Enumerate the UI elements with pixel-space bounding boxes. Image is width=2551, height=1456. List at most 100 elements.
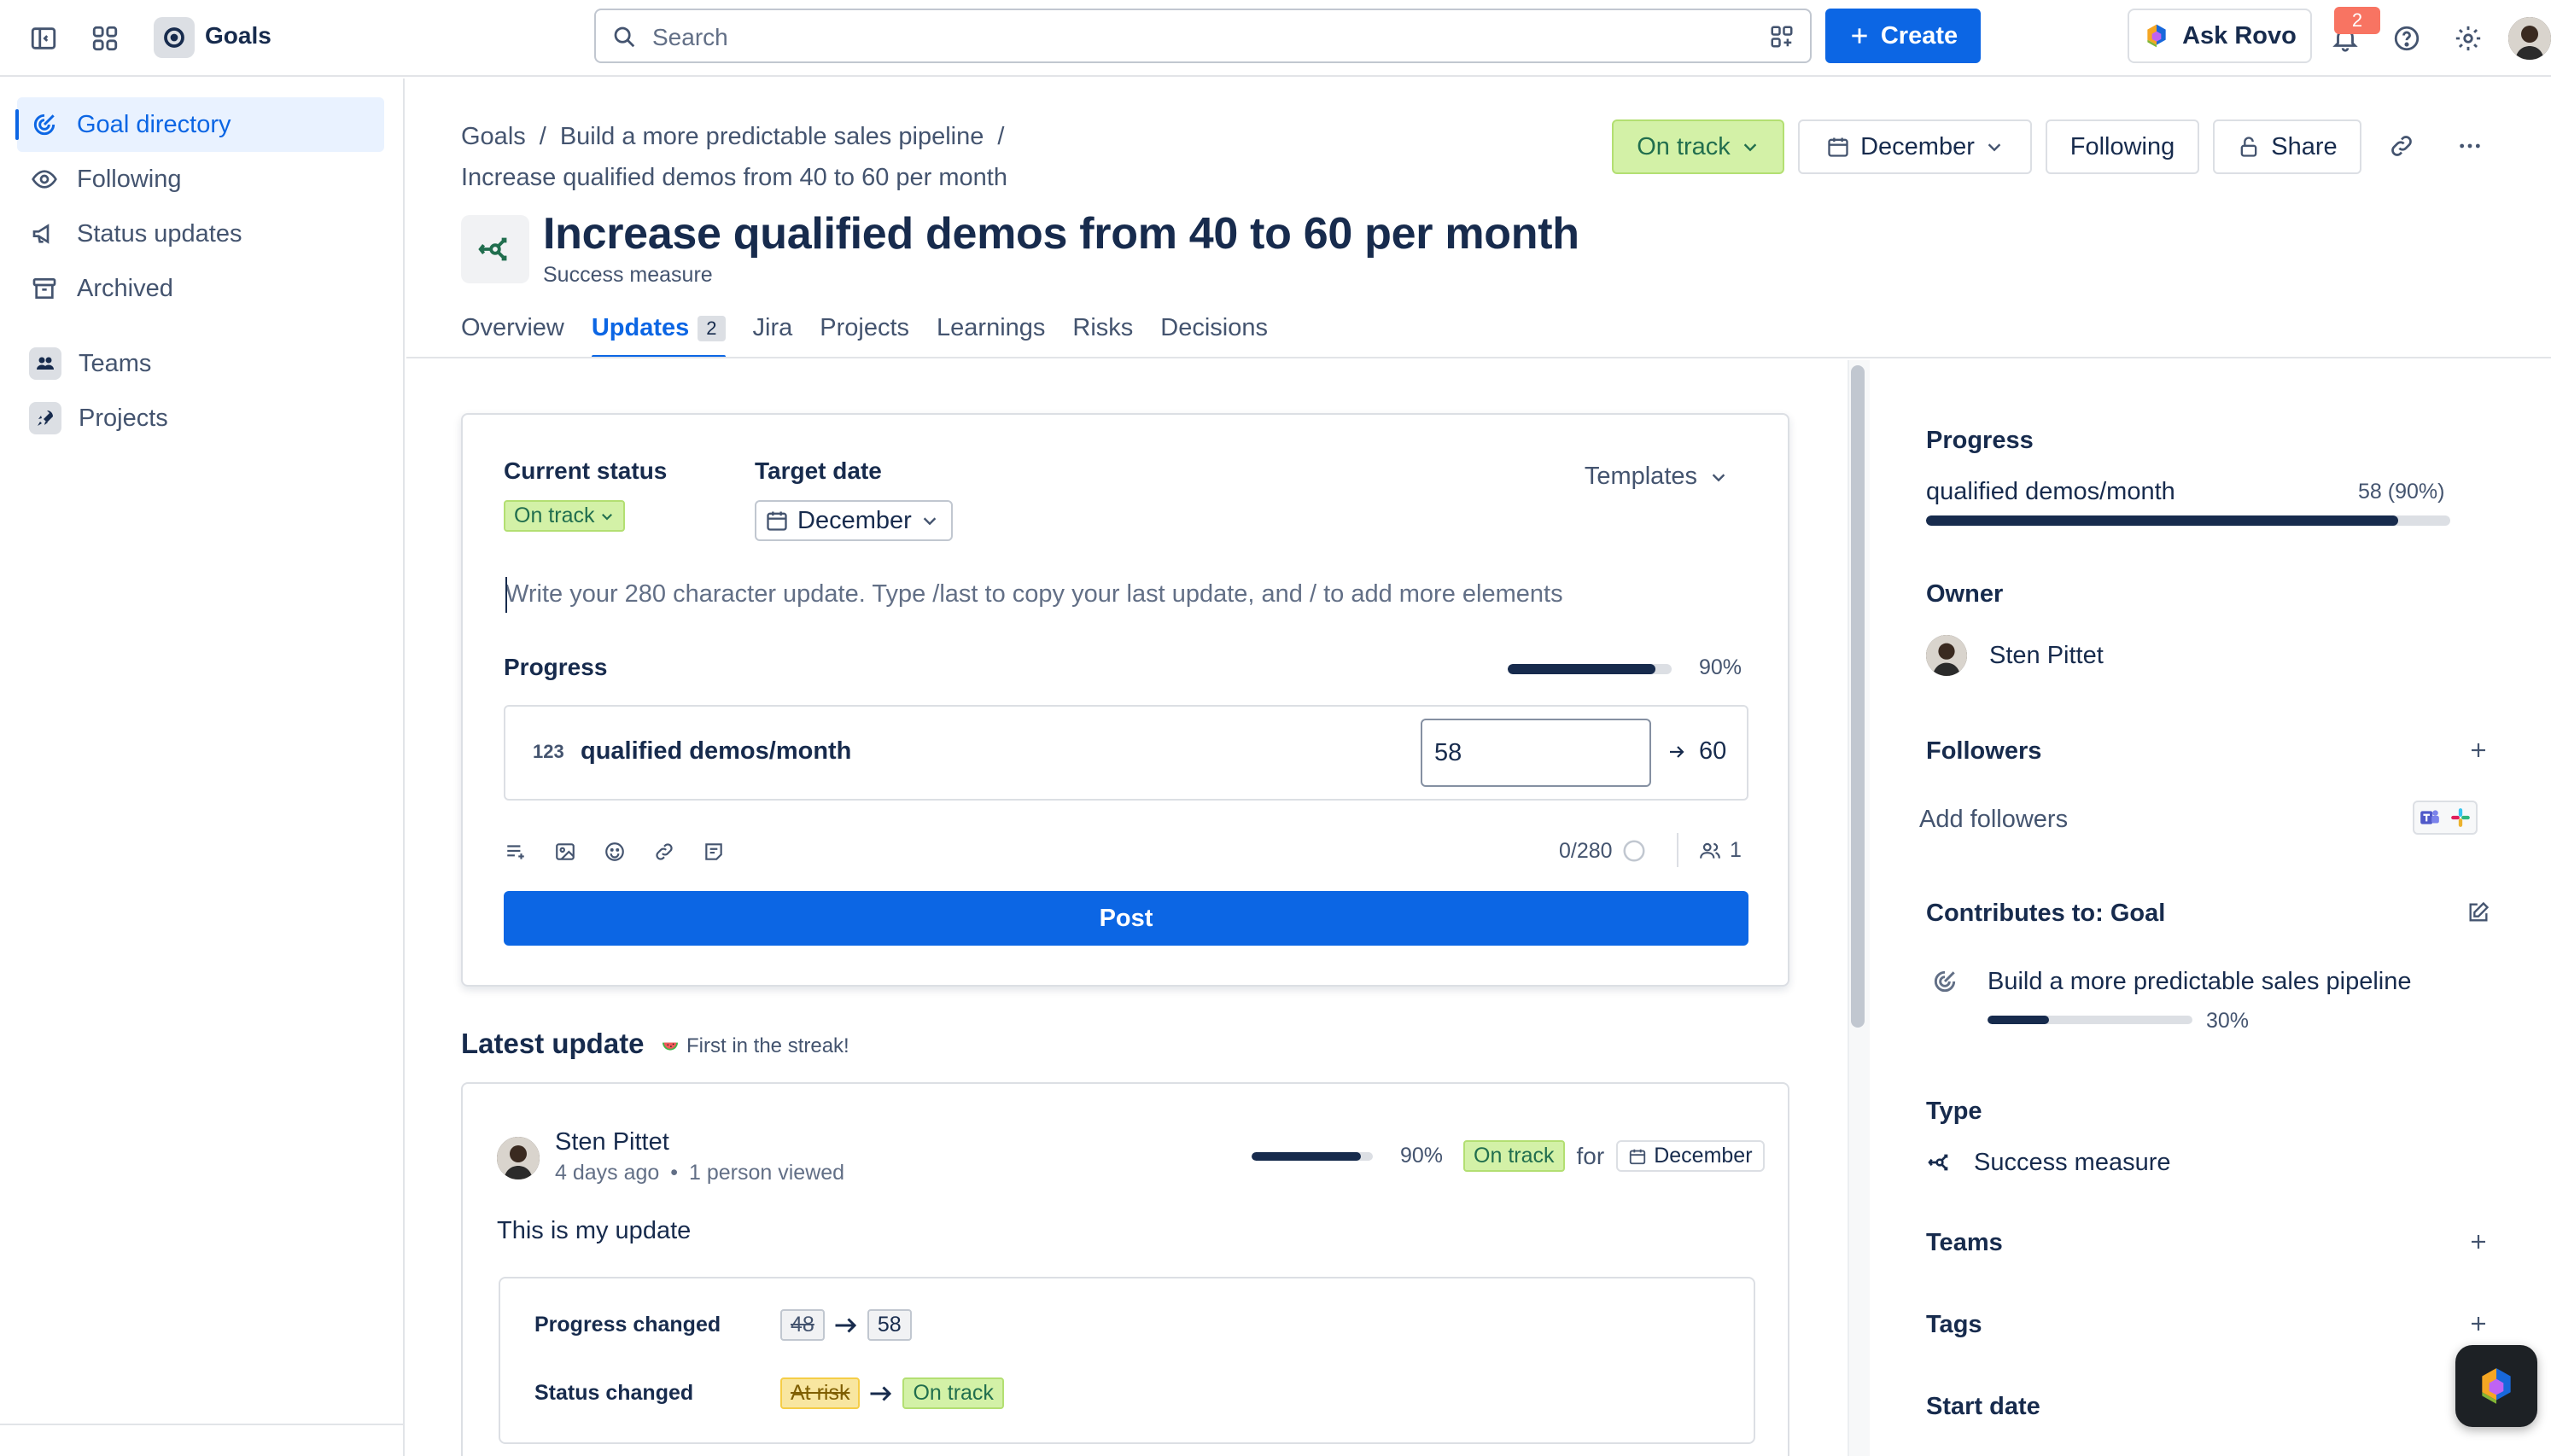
current-status-dropdown[interactable]: On track [504, 500, 626, 532]
sidebar-footer-divider [0, 1424, 405, 1425]
teams-app-icon[interactable] [2414, 802, 2445, 833]
tab-learnings[interactable]: Learnings [937, 314, 1045, 358]
tags-heading: Tags [1926, 1311, 1982, 1338]
breadcrumb: Goals / Build a more predictable sales p… [461, 123, 1004, 151]
update-date-lozenge: December [1616, 1140, 1765, 1172]
edit-icon[interactable] [2466, 900, 2491, 925]
sidebar: Goal directory Following Status updates … [0, 79, 405, 1456]
settings-gear-icon[interactable] [2449, 19, 2488, 58]
chevron-down-icon [602, 513, 613, 520]
tab-jira[interactable]: Jira [753, 314, 793, 358]
more-options-icon[interactable] [2450, 126, 2490, 166]
share-label: Share [2271, 132, 2338, 160]
sidebar-item-label: Goal directory [77, 110, 231, 138]
copy-link-icon[interactable] [2382, 126, 2421, 166]
calendar-icon [1828, 137, 1848, 157]
link-icon[interactable] [652, 840, 676, 864]
sidebar-item-archived[interactable]: Archived [17, 261, 384, 316]
tabs-divider [406, 357, 2551, 358]
sidebar-item-status-updates[interactable]: Status updates [17, 207, 384, 261]
ask-rovo-label: Ask Rovo [2182, 21, 2297, 50]
tab-overview[interactable]: Overview [461, 314, 564, 358]
tab-label: Learnings [937, 314, 1046, 341]
rovo-chat-button[interactable] [2455, 1345, 2537, 1427]
target-date-picker[interactable]: December [755, 500, 953, 541]
following-button[interactable]: Following [2046, 119, 2199, 174]
status-change-row: Status changed At risk On track [534, 1377, 1004, 1409]
emoji-icon[interactable] [603, 840, 627, 864]
share-button[interactable]: Share [2213, 119, 2361, 174]
breadcrumb-current[interactable]: Increase qualified demos from 40 to 60 p… [461, 164, 1007, 192]
add-followers-link[interactable]: Add followers [1919, 806, 2068, 834]
create-button-label: Create [1880, 21, 1958, 50]
progress-fill [1508, 664, 1655, 674]
parent-goal-progress-bar [1988, 1016, 2192, 1024]
author-avatar[interactable] [497, 1137, 540, 1179]
notification-badge: 2 [2334, 7, 2380, 34]
add-team-plus-icon[interactable] [2466, 1229, 2491, 1255]
tab-label: Updates [591, 314, 690, 341]
tab-risks[interactable]: Risks [1072, 314, 1133, 358]
search-input[interactable]: Search [594, 9, 1812, 63]
sidebar-item-projects[interactable]: Projects [17, 391, 384, 446]
success-measure-icon [1926, 1149, 1953, 1176]
status-dropdown-button[interactable]: On track [1612, 119, 1784, 174]
templates-dropdown[interactable]: Templates [1585, 463, 1728, 491]
update-text-editor[interactable]: Write your 280 character update. Type /l… [505, 580, 1563, 609]
breadcrumb-goals-link[interactable]: Goals [461, 123, 526, 151]
target-date-button[interactable]: December [1798, 119, 2032, 174]
add-tag-plus-icon[interactable] [2466, 1311, 2491, 1337]
update-author-name[interactable]: Sten Pittet [555, 1128, 669, 1156]
panel-metric-value: 58 (90%) [2358, 480, 2445, 504]
help-icon[interactable] [2387, 19, 2426, 58]
integrations-group[interactable] [2413, 801, 2478, 835]
parent-goal-link[interactable]: Build a more predictable sales pipeline [1988, 968, 2412, 996]
sidebar-item-goal-directory[interactable]: Goal directory [15, 97, 384, 152]
metric-value-input[interactable]: 58 [1421, 719, 1651, 787]
goals-logo-icon[interactable] [154, 17, 195, 58]
owner-heading: Owner [1926, 580, 2004, 608]
sidebar-item-teams[interactable]: Teams [17, 336, 384, 391]
tab-decisions[interactable]: Decisions [1160, 314, 1268, 358]
audience-button[interactable]: 1 [1699, 838, 1742, 863]
insert-element-icon[interactable] [504, 840, 528, 864]
sidebar-toggle-icon[interactable] [24, 19, 63, 58]
progress-changed-label: Progress changed [534, 1313, 721, 1337]
plus-icon [1852, 28, 1867, 44]
create-button[interactable]: Create [1825, 9, 1981, 63]
sidebar-item-label: Projects [79, 404, 168, 432]
sticky-note-icon[interactable] [702, 840, 726, 864]
ask-rovo-button[interactable]: Ask Rovo [2128, 9, 2312, 63]
target-date-value: December [797, 506, 912, 534]
scrollbar-thumb[interactable] [1851, 365, 1865, 1028]
add-follower-plus-icon[interactable] [2466, 737, 2491, 763]
update-body-text: This is my update [497, 1217, 692, 1244]
image-icon[interactable] [553, 840, 577, 864]
metric-name: qualified demos/month [581, 737, 852, 765]
followers-heading: Followers [1926, 737, 2042, 765]
sidebar-item-following[interactable]: Following [17, 152, 384, 207]
owner-name[interactable]: Sten Pittet [1989, 642, 2104, 670]
search-filter-icon[interactable] [1769, 24, 1795, 50]
type-value: Success measure [1974, 1149, 2171, 1176]
progress-percent: 90% [1699, 655, 1743, 679]
owner-avatar[interactable] [1926, 635, 1967, 676]
update-summary: 90% On track for December [1252, 1140, 1765, 1172]
status-from-lozenge: At risk [780, 1377, 861, 1409]
app-name[interactable]: Goals [205, 22, 271, 50]
slack-icon[interactable] [2445, 802, 2476, 833]
post-button[interactable]: Post [504, 891, 1748, 946]
breadcrumb-parent-goal-link[interactable]: Build a more predictable sales pipeline [560, 123, 984, 151]
megaphone-icon [29, 218, 60, 249]
user-avatar[interactable] [2508, 17, 2551, 60]
parent-goal-percent: 30% [2206, 1009, 2250, 1033]
tab-updates[interactable]: Updates 2 [591, 314, 726, 358]
type-heading: Type [1926, 1098, 1982, 1125]
tab-label: Decisions [1160, 314, 1269, 341]
sidebar-item-label: Status updates [77, 219, 242, 248]
app-switcher-icon[interactable] [85, 19, 125, 58]
rovo-icon [2482, 1368, 2511, 1404]
tab-label: Risks [1072, 314, 1134, 341]
tab-projects[interactable]: Projects [820, 314, 909, 358]
update-views[interactable]: 1 person viewed [689, 1161, 844, 1185]
